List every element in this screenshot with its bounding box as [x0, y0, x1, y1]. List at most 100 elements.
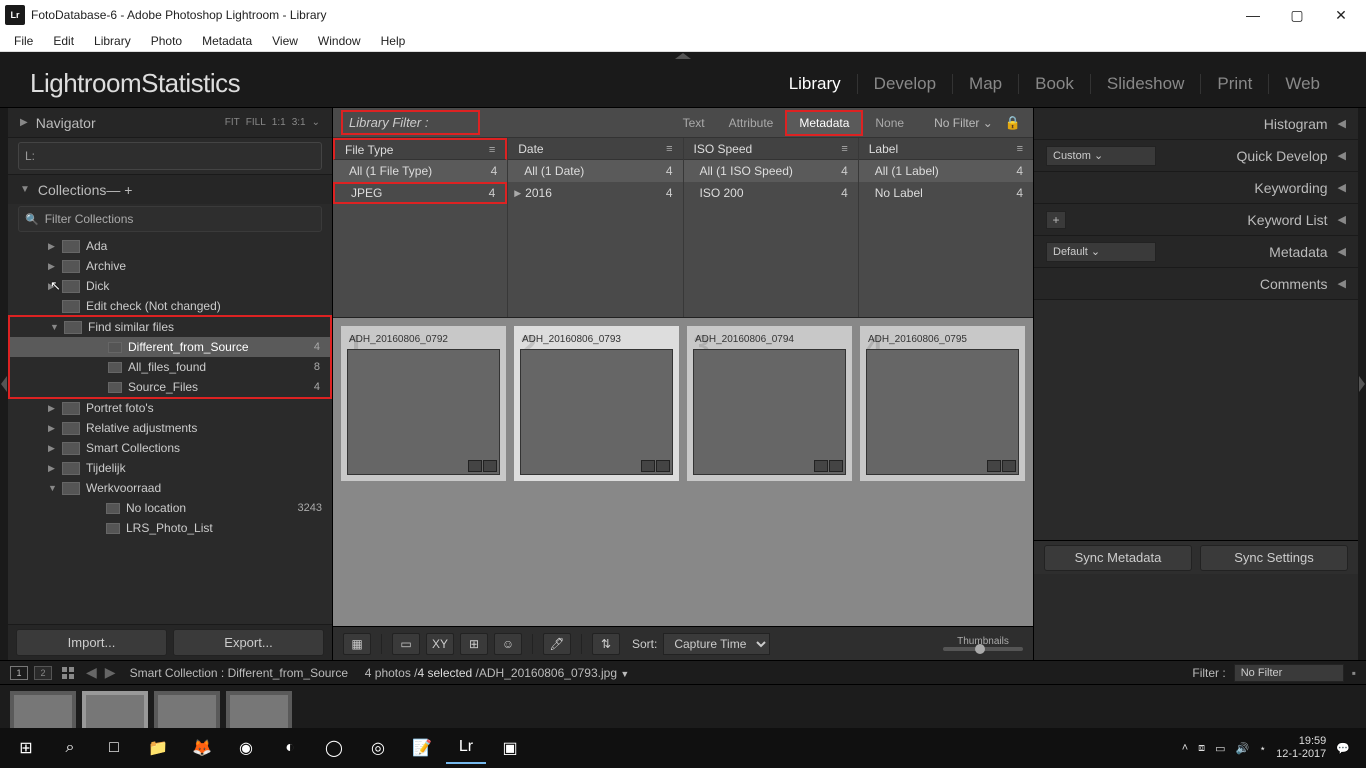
tray-chevron-icon[interactable]: ˄ — [1182, 742, 1188, 754]
filmstrip-filter-dropdown[interactable]: No Filter — [1234, 664, 1344, 682]
meta-row[interactable]: All (1 Label)4 — [859, 160, 1033, 182]
maximize-button[interactable]: ▢ — [1287, 7, 1307, 24]
column-menu-icon[interactable]: ≡ — [666, 143, 672, 155]
tray-battery-icon[interactable]: ▭ — [1215, 742, 1225, 755]
breadcrumb[interactable]: Smart Collection : Different_from_Source… — [130, 666, 630, 680]
column-menu-icon[interactable]: ≡ — [489, 144, 495, 156]
tray-volume-icon[interactable]: 🔊 — [1236, 742, 1250, 755]
collection-edit-check-not-changed-[interactable]: Edit check (Not changed) — [8, 296, 332, 316]
menu-library[interactable]: Library — [84, 32, 141, 50]
meta-row[interactable]: All (1 ISO Speed)4 — [684, 160, 858, 182]
meta-row[interactable]: All (1 File Type)4 — [333, 160, 507, 182]
close-button[interactable]: ✕ — [1331, 7, 1351, 24]
identity-plate[interactable]: LightroomStatistics — [30, 68, 240, 99]
zoom-1-1[interactable]: 1:1 — [272, 117, 286, 128]
task-view-button[interactable]: □ — [94, 732, 134, 764]
filter-tab-metadata[interactable]: Metadata — [785, 110, 863, 136]
eclipse-icon[interactable]: ◐ — [270, 732, 310, 764]
navigator-header[interactable]: ▶ Navigator FITFILL1:13:1⌄ — [8, 108, 332, 138]
sort-dropdown[interactable]: Capture Time — [663, 633, 770, 655]
start-button[interactable]: ⊞ — [6, 732, 46, 764]
collection-different-from-source[interactable]: Different_from_Source4 — [10, 337, 330, 357]
minimize-button[interactable]: — — [1243, 7, 1263, 24]
menu-edit[interactable]: Edit — [43, 32, 84, 50]
grid-cell[interactable]: 1ADH_20160806_0792 — [341, 326, 506, 481]
module-map[interactable]: Map — [953, 74, 1019, 94]
module-library[interactable]: Library — [773, 74, 858, 94]
collection-tijdelijk[interactable]: ▶Tijdelijk — [8, 458, 332, 478]
menu-photo[interactable]: Photo — [141, 32, 192, 50]
tray-dropbox-icon[interactable]: ⧈ — [1198, 742, 1205, 755]
menu-help[interactable]: Help — [371, 32, 416, 50]
meta-column-header[interactable]: Label≡ — [859, 138, 1033, 160]
source-selector[interactable]: L: — [18, 142, 322, 170]
zoom-FIT[interactable]: FIT — [225, 117, 240, 128]
people-view-button[interactable]: ☺ — [494, 633, 522, 655]
panel-quick-develop[interactable]: Custom ⌄Quick Develop◀ — [1034, 140, 1358, 172]
zoom-more-icon[interactable]: ⌄ — [312, 117, 320, 128]
survey-view-button[interactable]: ⊞ — [460, 633, 488, 655]
right-panel-grip[interactable] — [1358, 108, 1366, 660]
panel-comments[interactable]: Comments◀ — [1034, 268, 1358, 300]
column-menu-icon[interactable]: ≡ — [841, 143, 847, 155]
system-clock[interactable]: 19:5912-1-2017 — [1276, 735, 1326, 761]
thumbnail-size-slider[interactable]: Thumbnails — [943, 636, 1023, 651]
filter-tab-attribute[interactable]: Attribute — [717, 112, 786, 134]
collection-lrs-photo-list[interactable]: LRS_Photo_List — [8, 518, 332, 538]
filter-lock-icon[interactable]: ▪ — [1352, 666, 1356, 680]
module-web[interactable]: Web — [1269, 74, 1336, 94]
menu-view[interactable]: View — [262, 32, 308, 50]
collection-dick[interactable]: ▶Dick↖ — [8, 276, 332, 296]
filter-tab-none[interactable]: None — [863, 112, 916, 134]
meta-row[interactable]: JPEG4 — [333, 182, 507, 204]
meta-row[interactable]: ▶20164 — [508, 182, 682, 204]
collection-archive[interactable]: ▶Archive — [8, 256, 332, 276]
compare-view-button[interactable]: XY — [426, 633, 454, 655]
panel-preset-dropdown[interactable]: Default ⌄ — [1046, 242, 1156, 262]
grid-cell[interactable]: 4ADH_20160806_0795 — [860, 326, 1025, 481]
left-panel-grip[interactable] — [0, 108, 8, 660]
import-button[interactable]: Import... — [16, 629, 167, 656]
module-book[interactable]: Book — [1019, 74, 1091, 94]
menu-window[interactable]: Window — [308, 32, 371, 50]
meta-column-header[interactable]: Date≡ — [508, 138, 682, 160]
firefox-icon[interactable]: 🦊 — [182, 732, 222, 764]
collection-werkvoorraad[interactable]: ▼Werkvoorraad — [8, 478, 332, 498]
search-button[interactable]: ⌕ — [50, 732, 90, 764]
module-print[interactable]: Print — [1201, 74, 1269, 94]
meta-row[interactable]: All (1 Date)4 — [508, 160, 682, 182]
collection-no-location[interactable]: No location3243 — [8, 498, 332, 518]
meta-column-header[interactable]: ISO Speed≡ — [684, 138, 858, 160]
collection-smart-collections[interactable]: ▶Smart Collections — [8, 438, 332, 458]
panel-metadata[interactable]: Default ⌄Metadata◀ — [1034, 236, 1358, 268]
top-panel-grip[interactable] — [0, 52, 1366, 60]
app-icon-3[interactable]: ◎ — [358, 732, 398, 764]
app-icon-2[interactable]: ◯ — [314, 732, 354, 764]
grid-view-button[interactable]: ▦ — [343, 633, 371, 655]
panel-keywording[interactable]: Keywording◀ — [1034, 172, 1358, 204]
file-explorer-icon[interactable]: 📁 — [138, 732, 178, 764]
filter-collections-input[interactable]: 🔍 Filter Collections — [18, 206, 322, 232]
sync-metadata-button[interactable]: Sync Metadata — [1044, 545, 1192, 571]
sync-settings-button[interactable]: Sync Settings — [1200, 545, 1348, 571]
app-icon-5[interactable]: ▣ — [490, 732, 530, 764]
menu-file[interactable]: File — [4, 32, 43, 50]
action-center-icon[interactable]: 💬 — [1336, 742, 1350, 755]
app-icon-1[interactable]: ◉ — [226, 732, 266, 764]
zoom-FILL[interactable]: FILL — [246, 117, 266, 128]
app-icon-4[interactable]: 📝 — [402, 732, 442, 764]
tray-language-icon[interactable]: ⋆ — [1259, 742, 1266, 755]
painter-tool-button[interactable]: 🖊 — [543, 633, 571, 655]
grid-icon[interactable] — [62, 667, 74, 679]
loupe-view-button[interactable]: ▭ — [392, 633, 420, 655]
meta-column-header[interactable]: File Type≡ — [333, 138, 507, 160]
lock-icon[interactable]: 🔒 — [1005, 115, 1021, 131]
column-menu-icon[interactable]: ≡ — [1017, 143, 1023, 155]
module-develop[interactable]: Develop — [858, 74, 953, 94]
grid-cell[interactable]: 2ADH_20160806_0793 — [514, 326, 679, 481]
back-button[interactable]: ◀ — [86, 664, 97, 681]
export-button[interactable]: Export... — [173, 629, 324, 656]
panel-keyword-list[interactable]: +Keyword List◀ — [1034, 204, 1358, 236]
collection-all-files-found[interactable]: All_files_found8 — [10, 357, 330, 377]
collection-relative-adjustments[interactable]: ▶Relative adjustments — [8, 418, 332, 438]
